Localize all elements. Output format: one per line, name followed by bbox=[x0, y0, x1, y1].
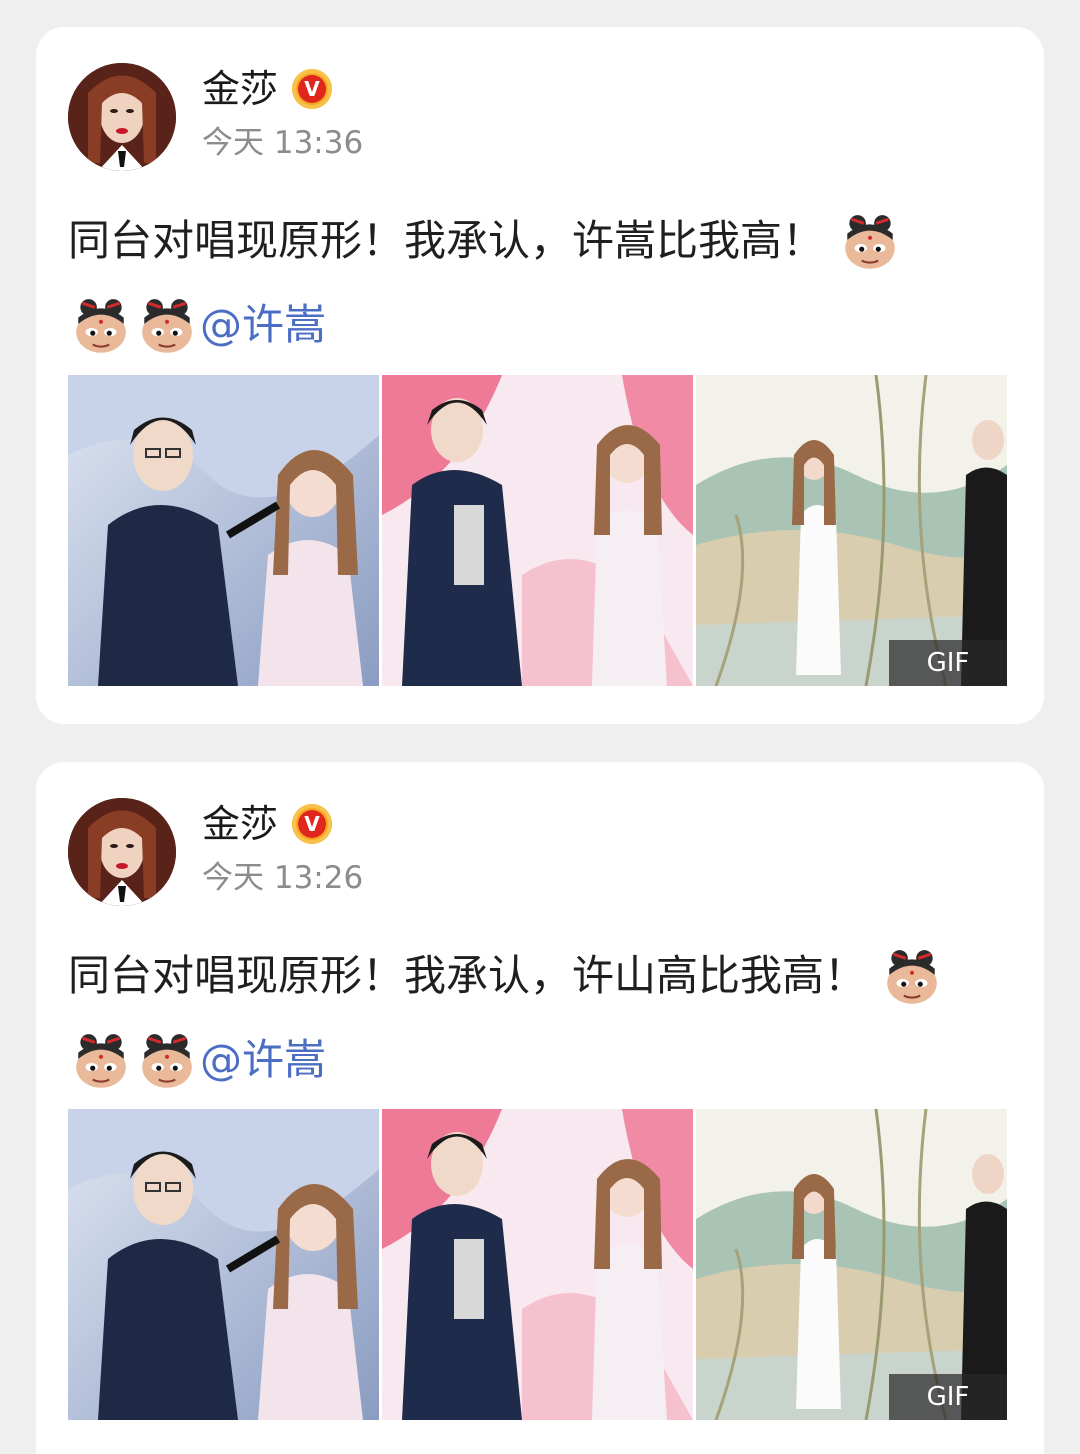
post-card[interactable]: 金莎 V 今天 13:36 同台对唱现原形！我承认，许嵩比我高！ @许嵩 GIF bbox=[36, 27, 1044, 724]
stage-photo-2[interactable] bbox=[382, 1109, 693, 1420]
gif-badge: GIF bbox=[889, 1374, 1007, 1420]
nezha-emoji-icon bbox=[142, 298, 192, 353]
gif-badge: GIF bbox=[889, 640, 1007, 686]
verified-badge-icon: V bbox=[292, 804, 333, 844]
feed: 金莎 V 今天 13:36 同台对唱现原形！我承认，许嵩比我高！ @许嵩 GIF… bbox=[0, 0, 1080, 1454]
avatar[interactable] bbox=[68, 798, 176, 906]
post-card[interactable]: 金莎 V 今天 13:26 同台对唱现原形！我承认，许山高比我高！ @许嵩 GI… bbox=[36, 762, 1044, 1454]
nezha-emoji-icon bbox=[76, 1033, 126, 1088]
stage-photo-3[interactable]: GIF bbox=[696, 1109, 1007, 1420]
nezha-emoji-icon bbox=[142, 1033, 192, 1088]
nezha-emoji-icon bbox=[76, 298, 126, 353]
username-text: 金莎 bbox=[202, 802, 279, 846]
username[interactable]: 金莎 V bbox=[202, 65, 333, 113]
image-grid: GIF bbox=[68, 375, 1007, 686]
post-body: 同台对唱现原形！我承认，许山高比我高！ bbox=[68, 951, 867, 1000]
stage-photo-1[interactable] bbox=[68, 1109, 379, 1420]
avatar[interactable] bbox=[68, 63, 176, 171]
mention-link[interactable]: @许嵩 bbox=[200, 1035, 326, 1084]
stage-photo-3[interactable]: GIF bbox=[696, 375, 1007, 686]
stage-photo-2[interactable] bbox=[382, 375, 693, 686]
post-time: 今天 13:36 bbox=[202, 125, 364, 161]
post-time: 今天 13:26 bbox=[202, 860, 364, 896]
verified-badge-icon: V bbox=[292, 69, 333, 109]
mention-link[interactable]: @许嵩 bbox=[200, 300, 326, 349]
image-grid: GIF bbox=[68, 1109, 1007, 1420]
post-body: 同台对唱现原形！我承认，许嵩比我高！ bbox=[68, 216, 825, 265]
username[interactable]: 金莎 V bbox=[202, 800, 333, 848]
post-text: 同台对唱现原形！我承认，许山高比我高！ @许嵩 bbox=[68, 934, 1018, 1102]
nezha-emoji-icon bbox=[887, 949, 938, 1004]
username-text: 金莎 bbox=[202, 67, 279, 111]
post-text: 同台对唱现原形！我承认，许嵩比我高！ @许嵩 bbox=[68, 199, 1018, 367]
nezha-emoji-icon bbox=[845, 214, 896, 269]
stage-photo-1[interactable] bbox=[68, 375, 379, 686]
